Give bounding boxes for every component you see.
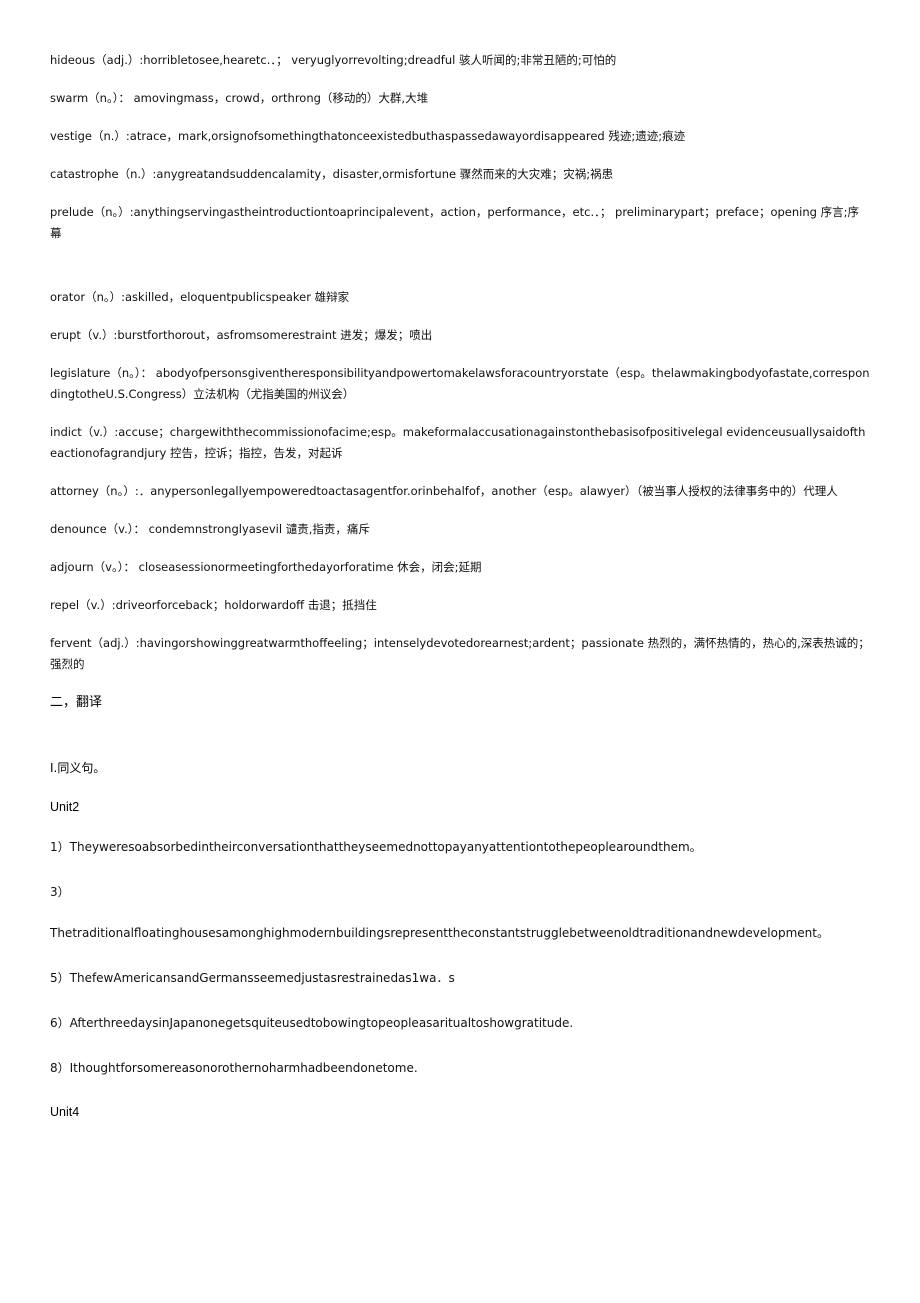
spacer-after-section-heading: [50, 732, 870, 758]
section-heading-translation: 二，翻译: [50, 695, 103, 710]
vocab-entry-swarm: swarm（n。）： amovingmass，crowd，orthrong（移动…: [50, 91, 429, 105]
vocab-entry-adjourn: adjourn（v。）： closeasessionormeetingforth…: [50, 560, 482, 574]
vocab-entry-catastrophe: catastrophe（n.）:anygreatandsuddencalamit…: [50, 167, 614, 181]
exercise-item-1: 1）Theyweresoabsorbedintheirconversationt…: [50, 840, 702, 854]
vocab-entry-attorney: attorney（n。）:．anypersonlegallyempoweredt…: [50, 484, 838, 498]
unit-label-unit2: Unit2: [50, 800, 80, 814]
vocab-entry-repel: repel（v.）:driveorforceback；holdorwardoff…: [50, 598, 377, 612]
vocab-entry-vestige: vestige（n.）:atrace，mark,orsignofsomethin…: [50, 129, 686, 143]
vocab-entry-orator: orator（n。）:askilled，eloquentpublicspeake…: [50, 290, 350, 304]
exercise-item-3-body: Thetraditionalfloatinghousesamonghighmod…: [50, 926, 829, 940]
vocab-entry-erupt: erupt（v.）:burstforthorout，asfromsomerest…: [50, 328, 433, 342]
exercise-item-6: 6）AfterthreedaysinJapanonegetsquiteusedt…: [50, 1016, 574, 1030]
vocab-entry-indict: indict（v.）:accuse；chargewiththecommissio…: [50, 425, 866, 460]
spacer-after-prelude: [50, 261, 870, 287]
vocab-entry-legislature: legislature（n。）： abodyofpersonsgiventher…: [50, 366, 870, 401]
document-content: hideous（adj.）:horribletosee,hearetc.．； v…: [50, 50, 870, 1141]
vocab-entry-denounce: denounce（v.）： condemnstronglyasevil 谴责,指…: [50, 522, 370, 536]
unit-label-unit4: Unit4: [50, 1105, 80, 1119]
vocab-entry-prelude: prelude（n。）:anythingservingastheintroduc…: [50, 205, 859, 240]
document-page: hideous（adj.）:horribletosee,hearetc.．； v…: [0, 0, 920, 1303]
vocab-entry-hideous: hideous（adj.）:horribletosee,hearetc.．； v…: [50, 53, 617, 67]
exercise-item-8: 8）Ithoughtforsomereasonorothernoharmhadb…: [50, 1061, 418, 1075]
subheading-synonym-sentences: I.同义句。: [50, 761, 106, 775]
exercise-item-5: 5）ThefewAmericansandGermansseemedjustasr…: [50, 971, 455, 985]
vocab-entry-fervent: fervent（adj.）:havingorshowinggreatwarmth…: [50, 636, 870, 671]
exercise-item-3-number: 3）: [50, 885, 70, 899]
